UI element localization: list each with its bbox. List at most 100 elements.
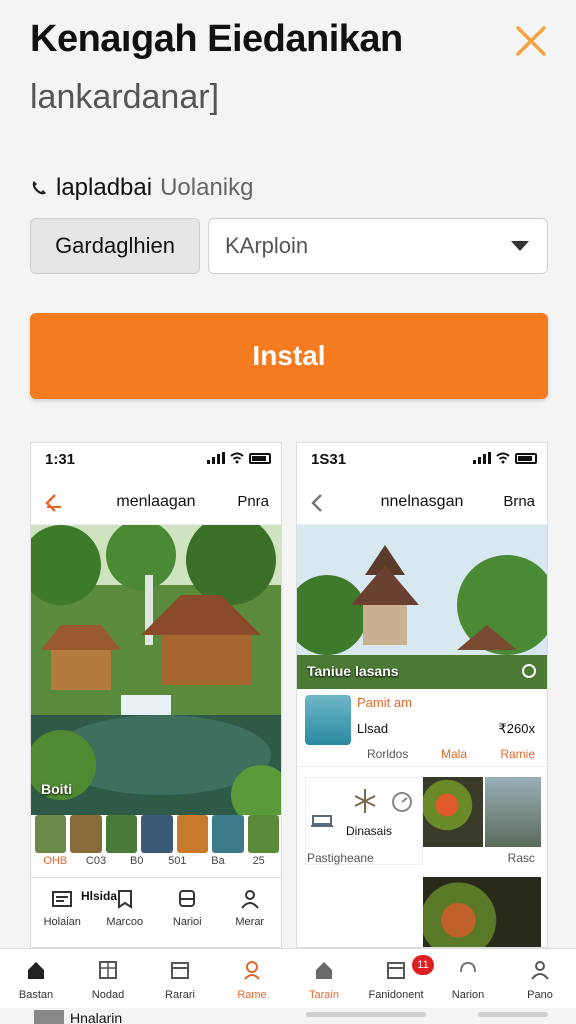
nav-action[interactable]: Brna bbox=[503, 493, 535, 510]
nav-action[interactable]: Pnra bbox=[237, 493, 269, 510]
nav-item-gallery[interactable]: Nodad bbox=[72, 949, 144, 1008]
nav-item-label: Nodad bbox=[91, 989, 125, 1001]
headset-icon bbox=[460, 961, 476, 973]
status-bar: 1S31 bbox=[297, 443, 547, 477]
gallery-icon bbox=[99, 961, 117, 979]
battery-icon bbox=[249, 452, 271, 464]
nav-item-support[interactable]: Narion bbox=[432, 949, 504, 1008]
home-icon bbox=[28, 962, 44, 979]
install-button[interactable]: Instal bbox=[30, 313, 548, 399]
chevron-down-icon bbox=[511, 241, 529, 251]
phone-tab-label: Narioi bbox=[172, 916, 202, 928]
nav-item-label: Pano bbox=[527, 989, 553, 1001]
nav-bar: nnelnasgan Brna bbox=[297, 479, 547, 525]
signal-icon bbox=[207, 452, 225, 464]
status-time: 1S31 bbox=[311, 451, 347, 468]
hero-caption: Boiti bbox=[41, 781, 73, 797]
thumbnail[interactable] bbox=[247, 815, 279, 853]
temple-icon bbox=[316, 962, 332, 979]
peek-row: Hnalarin bbox=[34, 1010, 122, 1024]
card-price: ₹260x bbox=[498, 721, 535, 736]
list-icon bbox=[52, 891, 73, 907]
thumb-caption: OHB bbox=[43, 855, 68, 867]
grid-label: Dinasais bbox=[346, 824, 393, 838]
phone-icon bbox=[32, 181, 46, 195]
nav-item-label: Rarari bbox=[165, 989, 195, 1001]
peek-text: Hnalarin bbox=[70, 1010, 123, 1024]
listing-card[interactable]: Pamit am Llsad ₹260x Rorldos Mala Ramie bbox=[297, 689, 547, 767]
nav-item-events[interactable]: Fanidonent 11 bbox=[360, 949, 434, 1008]
resort-photo bbox=[31, 525, 281, 815]
thumb-caption: 501 bbox=[168, 855, 187, 867]
status-time: 1:31 bbox=[45, 451, 76, 468]
phone-tab[interactable]: Merar bbox=[219, 878, 282, 947]
status-icons bbox=[207, 452, 271, 464]
hero-caption: Taniue lasans bbox=[307, 663, 399, 679]
phone-tab-bar: Holaian Marcoo Narioi Merar bbox=[31, 877, 282, 947]
profile-icon bbox=[240, 890, 259, 909]
person-icon bbox=[244, 961, 260, 980]
screenshot-right: 1S31 nnelnasgan Brna Taniue lasans Pamit… bbox=[296, 442, 548, 948]
signal-icon bbox=[473, 452, 491, 464]
food-image[interactable] bbox=[423, 777, 483, 847]
nav-item-home[interactable]: Bastan bbox=[0, 949, 72, 1008]
card-meta: Mala bbox=[441, 747, 468, 761]
meta-row: lapladbai Uolanikg bbox=[30, 174, 253, 202]
info-icon[interactable] bbox=[521, 663, 537, 679]
home-indicator bbox=[478, 1012, 548, 1017]
close-icon bbox=[516, 26, 546, 56]
thumbnail[interactable] bbox=[212, 815, 244, 853]
hero-image: Boiti bbox=[31, 525, 281, 815]
phone-tab-label: Merar bbox=[235, 916, 265, 928]
card-title: Pamit am bbox=[357, 695, 412, 710]
nav-item-label: Tarain bbox=[309, 989, 339, 1001]
thumbnail[interactable] bbox=[35, 815, 67, 853]
section-caption: Rasc bbox=[507, 851, 535, 865]
spice-image[interactable] bbox=[423, 877, 541, 947]
figure-icon bbox=[354, 789, 376, 813]
nav-item-temple[interactable]: Tarain bbox=[288, 949, 360, 1008]
meta-label: lapladbai bbox=[56, 174, 153, 201]
thumb-caption: B0 bbox=[129, 855, 144, 867]
thumbnail[interactable] bbox=[141, 815, 173, 853]
avatar bbox=[34, 1010, 64, 1024]
page-subtitle: lankardanar] bbox=[30, 78, 220, 116]
phone-tab-label: Marcoo bbox=[106, 916, 144, 928]
phone-tab[interactable]: Narioi bbox=[156, 878, 219, 947]
boat-icon bbox=[311, 815, 333, 827]
thumb-caption: C03 bbox=[85, 855, 107, 867]
nav-item-profile[interactable]: Pano bbox=[504, 949, 576, 1008]
nav-item-explore[interactable]: Rame bbox=[216, 949, 288, 1008]
thumb-caption: Ba bbox=[211, 855, 225, 867]
thumbnail[interactable] bbox=[105, 815, 138, 853]
bus-icon bbox=[179, 890, 196, 907]
close-button[interactable] bbox=[512, 22, 550, 60]
phone-tab-label: Holaian bbox=[43, 916, 81, 928]
dropdown-select[interactable]: KArploin bbox=[208, 218, 548, 274]
nav-bar: menlaagan Pnra bbox=[31, 479, 281, 525]
calendar-icon bbox=[171, 962, 189, 979]
nav-item-label: Narion bbox=[451, 989, 485, 1001]
clock-icon bbox=[392, 792, 412, 812]
nav-item-label: Bastan bbox=[18, 989, 54, 1001]
thumbnail[interactable] bbox=[70, 815, 102, 853]
screenshot-left: 1:31 menlaagan Pnra Boiti OHB C03 B0 501… bbox=[30, 442, 282, 948]
notification-badge: 11 bbox=[412, 955, 434, 975]
profile-icon bbox=[531, 961, 549, 980]
thumbnail[interactable] bbox=[176, 815, 209, 853]
home-indicator bbox=[306, 1012, 426, 1017]
nav-item-label: Fanidonent bbox=[368, 989, 424, 1001]
thumb-caption: 25 bbox=[252, 855, 265, 867]
meta-value: Uolanikg bbox=[160, 174, 254, 201]
page-title: Kenaıgah Eiedanikan bbox=[30, 18, 403, 60]
section-caption: Pastigheane bbox=[307, 851, 374, 865]
nav-item-calendar[interactable]: Rarari bbox=[144, 949, 216, 1008]
animal-image[interactable] bbox=[485, 777, 541, 847]
hero-image: Taniue lasans bbox=[297, 525, 547, 689]
bottom-nav: Bastan Nodad Rarari Rame Tarain Fanidone… bbox=[0, 948, 576, 1008]
avatar bbox=[305, 695, 351, 745]
tag-button[interactable]: Gardaglhien bbox=[30, 218, 200, 274]
battery-icon bbox=[515, 452, 537, 464]
status-bar: 1:31 bbox=[31, 443, 281, 477]
wifi-icon bbox=[496, 452, 510, 464]
